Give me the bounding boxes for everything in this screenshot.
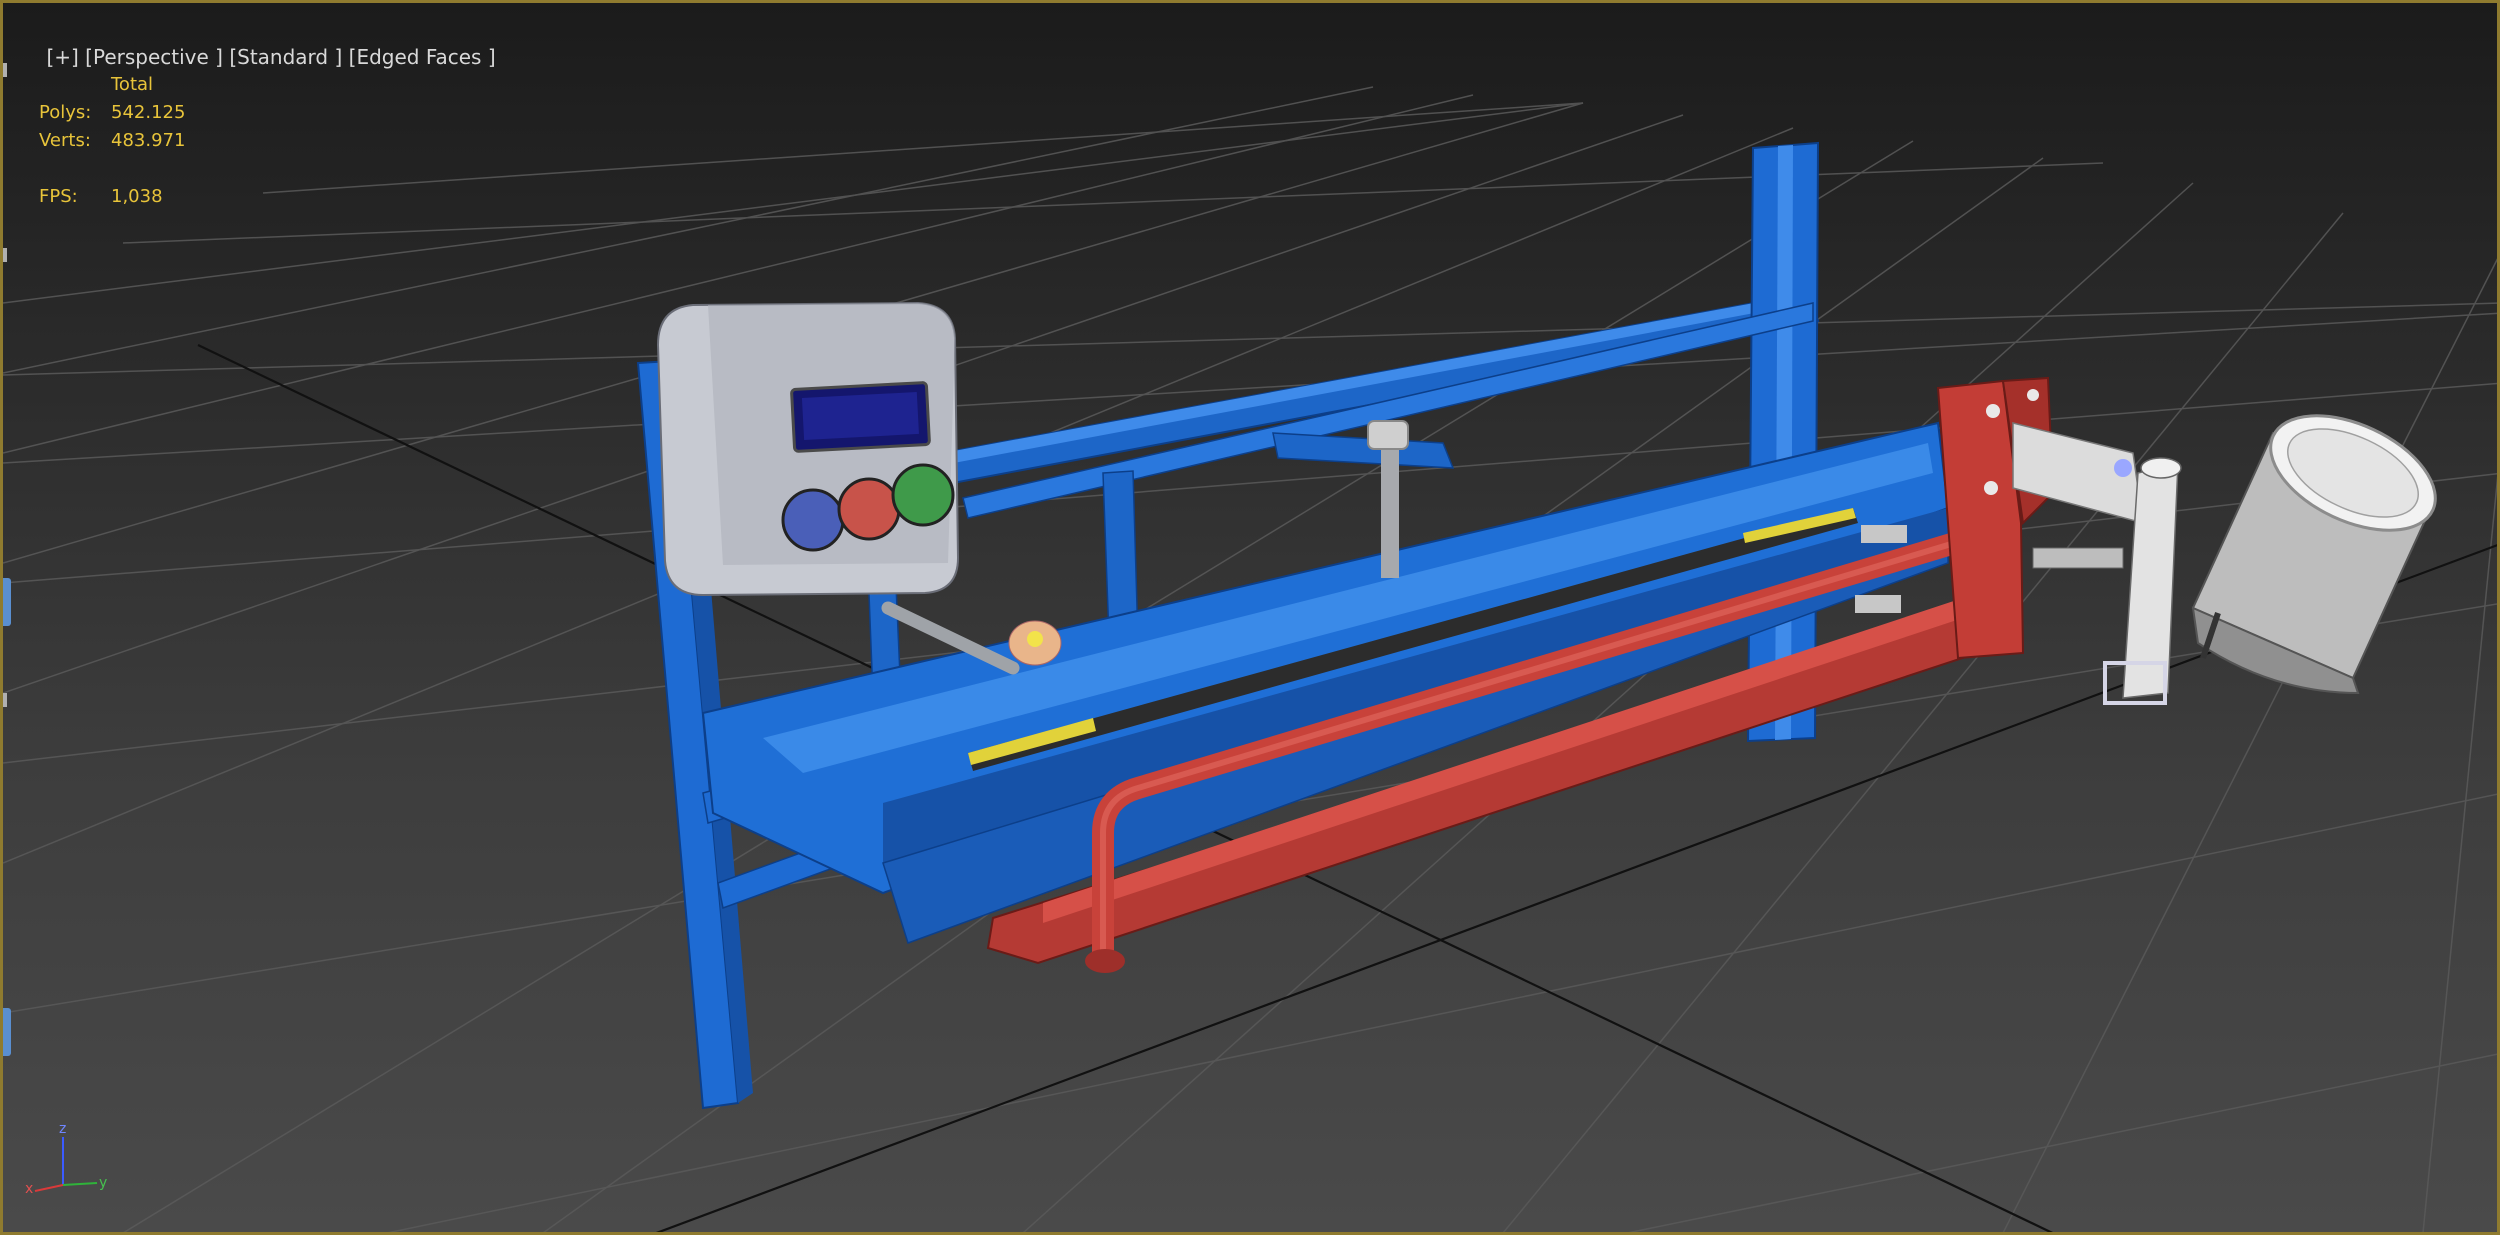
left-panel-tick[interactable] <box>3 248 7 262</box>
axis-z-label: z <box>59 1121 67 1137</box>
fps-value: 1,038 <box>111 186 163 207</box>
viewport-menu-plus[interactable]: [+] <box>46 45 78 69</box>
viewport-view-menu[interactable]: [Perspective ] <box>85 45 223 69</box>
stats-header: Total <box>111 74 154 95</box>
viewport-shading-menu[interactable]: [Standard ] <box>229 45 342 69</box>
axis-gizmo-icon <box>34 1137 98 1192</box>
polys-value: 542.125 <box>111 102 186 123</box>
sensor-arm[interactable] <box>2012 422 2182 705</box>
control-box[interactable] <box>656 301 960 597</box>
fps-label: FPS: <box>39 186 78 207</box>
scene-3d[interactable] <box>3 3 2500 1235</box>
axis-gizmo: z x y <box>25 1121 115 1203</box>
verts-label: Verts: <box>39 130 91 151</box>
verts-value: 483.971 <box>111 130 186 151</box>
left-panel-tab[interactable] <box>3 1008 11 1056</box>
bucket[interactable] <box>2191 392 2453 695</box>
axis-x-label: x <box>25 1181 34 1197</box>
left-panel-tick[interactable] <box>3 63 7 77</box>
blue-frame[interactable] <box>636 141 1950 1110</box>
viewport-edges-menu[interactable]: [Edged Faces ] <box>349 45 496 69</box>
left-panel-tick[interactable] <box>3 693 7 707</box>
perspective-viewport[interactable]: [+] [Perspective ] [Standard ] [Edged Fa… <box>0 0 2500 1235</box>
axis-y-label: y <box>99 1175 108 1191</box>
statistics-overlay: Total Polys: 542.125 Verts: 483.971 FPS: 1,… <box>39 71 185 211</box>
polys-label: Polys: <box>39 102 92 123</box>
left-panel-tab[interactable] <box>3 578 11 626</box>
